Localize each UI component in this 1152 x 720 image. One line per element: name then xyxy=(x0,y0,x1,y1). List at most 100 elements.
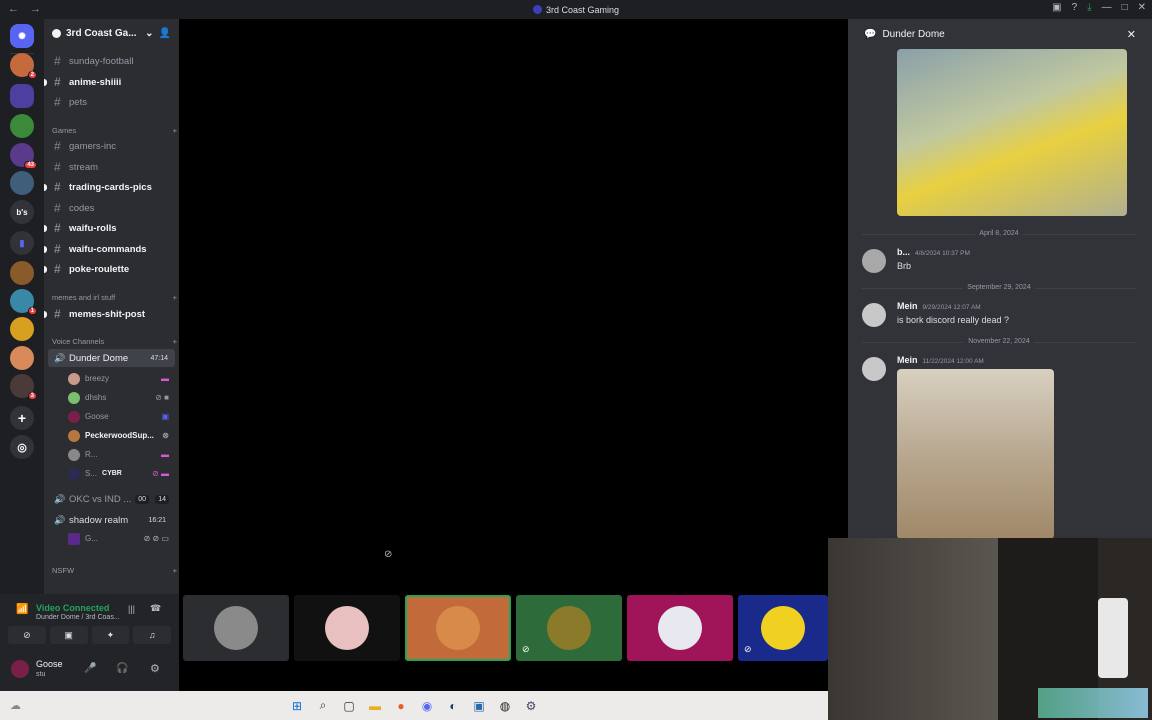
taskbar: ☁ ⊞ ⌕ ▢ ▬ ● ◉ ◐ ▣ ◍ ⚙ xyxy=(0,691,828,720)
inbox-icon[interactable]: ▣ xyxy=(1052,2,1061,13)
avatar[interactable] xyxy=(862,303,886,327)
server-icon xyxy=(532,5,542,14)
hash-icon: # xyxy=(54,201,61,215)
channel-item[interactable]: # waifu-rolls xyxy=(44,219,179,237)
channel-item[interactable]: # anime-shiiii xyxy=(44,73,179,91)
settings-icon[interactable]: ⚙ xyxy=(150,662,160,675)
file-explorer-icon[interactable]: ▬ xyxy=(367,698,383,714)
download-icon[interactable]: ⤓ xyxy=(1087,2,1091,13)
participant-tile[interactable]: ⊘ xyxy=(738,595,828,661)
participant-tile[interactable] xyxy=(627,595,733,661)
category-games[interactable]: Games + xyxy=(52,126,177,135)
figure-box-image[interactable] xyxy=(897,369,1054,539)
server-icon-4[interactable]: 43 xyxy=(10,143,37,169)
task-view-icon[interactable]: ▢ xyxy=(341,698,357,714)
help-icon[interactable]: ? xyxy=(1072,2,1078,13)
category-nsfw[interactable]: NSFW + xyxy=(52,566,177,575)
chat-bubble-icon: 💬 xyxy=(864,28,877,40)
close-icon[interactable]: ✕ xyxy=(1127,28,1136,41)
weather-icon[interactable]: ☁ xyxy=(10,699,21,712)
voice-user[interactable]: R... ▬ xyxy=(68,446,179,463)
close-window-button[interactable]: ✕ xyxy=(1138,2,1146,13)
headphones-icon[interactable]: 🎧 xyxy=(116,663,128,674)
add-member-icon[interactable]: 👤 xyxy=(159,28,171,39)
avatar xyxy=(325,606,369,650)
maximize-button[interactable]: □ xyxy=(1122,2,1128,13)
voice-user[interactable]: PeckerwoodSup... ⊗ xyxy=(68,427,179,444)
avatar xyxy=(761,606,805,650)
participant-tile-speaking[interactable] xyxy=(405,595,511,661)
channel-item[interactable]: # poke-roulette xyxy=(44,260,179,278)
steam-icon[interactable]: ◐ xyxy=(445,698,461,714)
discord-taskbar-icon[interactable]: ◉ xyxy=(419,698,435,714)
pikachu-image[interactable] xyxy=(897,49,1127,216)
obs-icon[interactable]: ◍ xyxy=(497,698,513,714)
channel-item[interactable]: # pets xyxy=(44,93,179,111)
mute-icon: ⊘ ⊘ ▭ xyxy=(143,534,169,543)
firefox-icon[interactable]: ● xyxy=(393,698,409,714)
chat-title: Dunder Dome xyxy=(882,28,945,40)
voice-channel-active[interactable]: 🔊 Dunder Dome 47:14 xyxy=(48,349,175,367)
app-icon[interactable]: ▣ xyxy=(471,698,487,714)
voice-user[interactable]: breezy ▬ xyxy=(68,370,179,387)
server-icon-1[interactable]: 2 xyxy=(10,53,37,79)
search-icon[interactable]: ⌕ xyxy=(315,698,331,714)
date-divider: September 29, 2024 xyxy=(862,284,1136,296)
server-icon-9[interactable] xyxy=(10,317,34,341)
participant-tile[interactable] xyxy=(183,595,289,661)
camera-off-button[interactable]: ⊘ xyxy=(8,626,46,644)
channel-item[interactable]: # stream xyxy=(44,158,179,176)
server-icon-8[interactable]: 1 xyxy=(10,289,37,315)
avatar[interactable] xyxy=(862,357,886,381)
channel-item[interactable]: # codes xyxy=(44,199,179,217)
server-header[interactable]: 3rd Coast Ga... ⌄ 👤 xyxy=(44,19,179,48)
nav-arrows[interactable]: ← → xyxy=(8,3,45,15)
folder-icon[interactable]: ▮ xyxy=(10,231,34,255)
mute-icon: ⊘ xyxy=(744,644,752,654)
activity-icon: ⊘ ▬ xyxy=(152,469,169,478)
channel-item[interactable]: # waifu-commands xyxy=(44,240,179,258)
soundboard-button[interactable]: ♫ xyxy=(133,626,171,644)
discover-icon[interactable]: ◎ xyxy=(10,435,34,459)
channel-item[interactable]: # memes-shit-post xyxy=(44,305,179,323)
server-icon-11[interactable]: 3 xyxy=(10,374,37,400)
activities-button[interactable]: ✦ xyxy=(91,626,130,644)
category-voice[interactable]: Voice Channels + xyxy=(52,337,177,346)
participant-tile[interactable] xyxy=(294,595,400,661)
channel-item[interactable]: # trading-cards-pics xyxy=(44,178,179,196)
avatar[interactable] xyxy=(862,249,886,273)
voice-channel[interactable]: 🔊 OKC vs IND ... 00 14 xyxy=(44,490,179,508)
voice-user[interactable]: dhshs ⊘ ■ xyxy=(68,389,179,406)
server-icon-3[interactable] xyxy=(10,114,34,138)
add-server-icon[interactable]: + xyxy=(10,406,34,430)
channel-item[interactable]: # gamers-inc xyxy=(44,137,179,155)
voice-user[interactable]: S... CYBR ⊘ ▬ xyxy=(68,465,179,482)
server-icon-5[interactable] xyxy=(10,171,34,195)
avatar xyxy=(658,606,702,650)
participant-tile[interactable]: ⊘ xyxy=(516,595,622,661)
start-icon[interactable]: ⊞ xyxy=(289,698,305,714)
voice-user[interactable]: G... ⊘ ⊘ ▭ xyxy=(68,530,179,547)
minimize-button[interactable]: — xyxy=(1102,2,1112,13)
screen-share-button[interactable]: ▣ xyxy=(49,626,88,644)
disconnect-button[interactable]: ☎ xyxy=(150,603,161,614)
server-icon-active[interactable] xyxy=(10,84,34,108)
microphone-icon[interactable]: 🎤 xyxy=(84,663,96,674)
voice-chat-panel: 💬 Dunder Dome ✕ April 8, 2024 b... 4/8/20… xyxy=(848,19,1152,539)
server-icon-7[interactable] xyxy=(10,261,34,285)
voice-user[interactable]: Goose ▣ xyxy=(68,408,179,425)
discord-home-icon[interactable]: ✺ xyxy=(10,24,34,48)
channel-item[interactable]: # sunday-football xyxy=(44,52,179,70)
settings-taskbar-icon[interactable]: ⚙ xyxy=(523,698,539,714)
avatar xyxy=(436,606,480,650)
avatar[interactable] xyxy=(11,660,29,678)
username: Goose xyxy=(36,659,63,669)
server-icon-10[interactable] xyxy=(10,346,34,370)
server-icon-text[interactable]: b's xyxy=(10,200,34,224)
voice-channel[interactable]: 🔊 shadow realm 16:21 xyxy=(44,511,179,529)
stream-icon: ▣ xyxy=(161,412,169,421)
chevron-down-icon: ⌄ xyxy=(145,28,154,39)
category-memes[interactable]: memes and irl stuff + xyxy=(52,293,177,302)
noise-suppression-icon[interactable]: ||| xyxy=(128,604,135,614)
signal-icon: 📶 xyxy=(16,604,29,615)
